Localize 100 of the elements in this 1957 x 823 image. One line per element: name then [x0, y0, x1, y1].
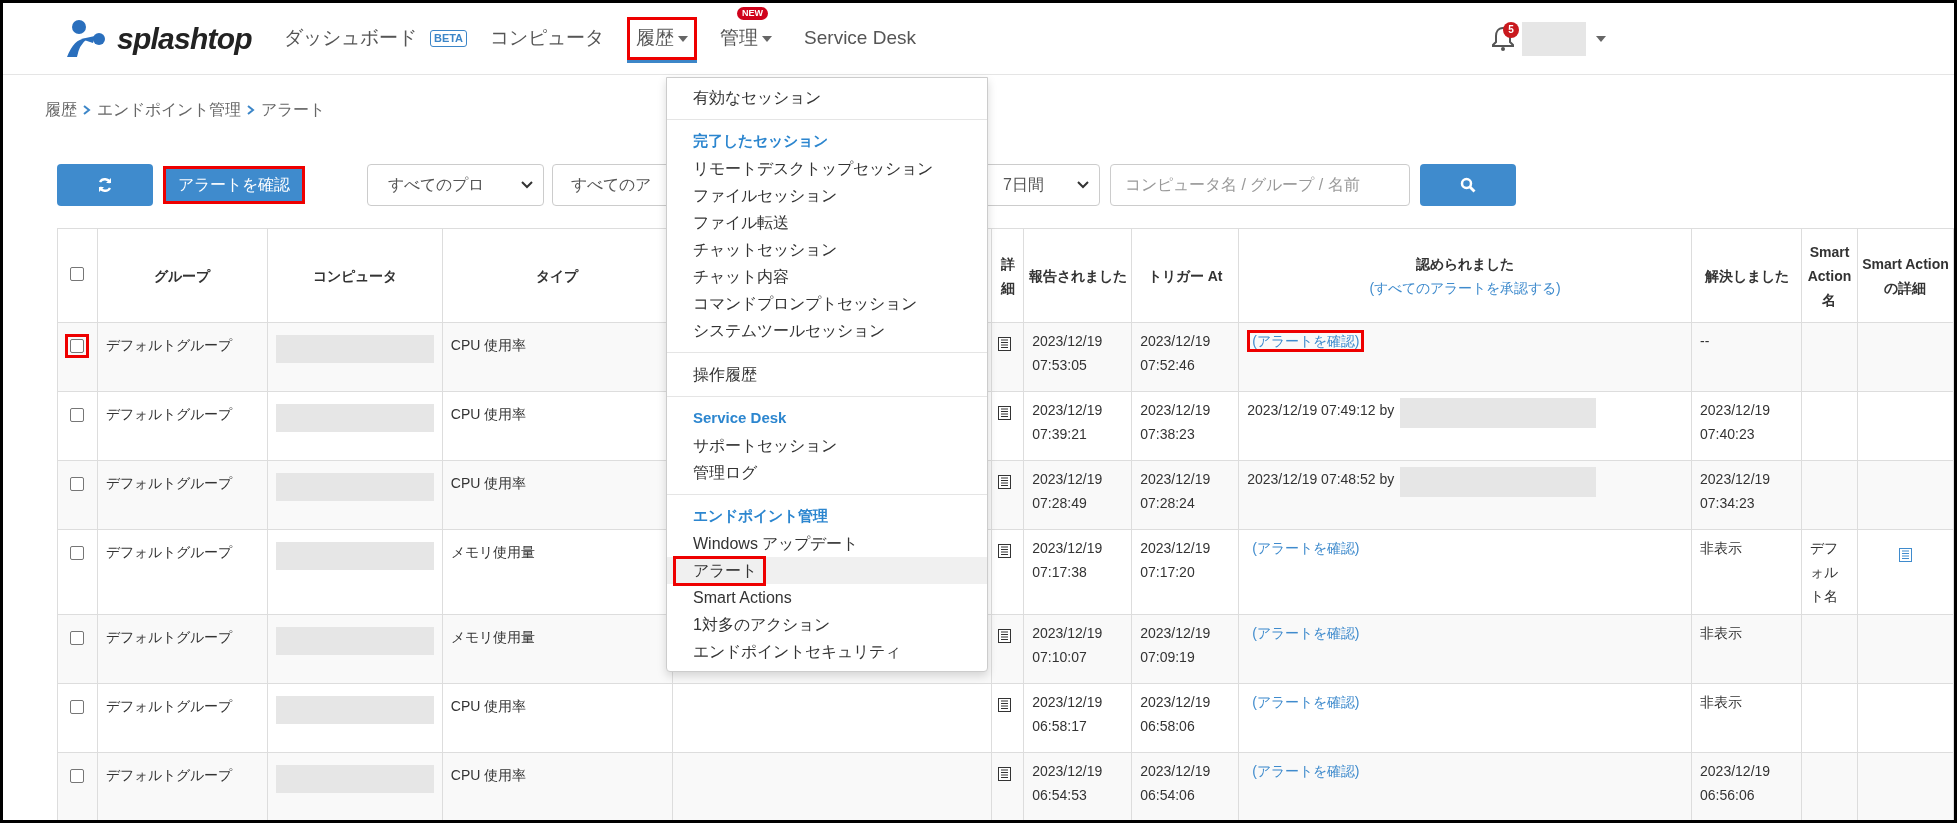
search-field[interactable]: コンピュータ名 / グループ / 名前 — [1110, 164, 1410, 206]
table-cell-text: 2023/12/19 07:48:52 by — [1247, 470, 1395, 489]
checkbox[interactable] — [70, 769, 85, 783]
table-cell: 非表示 — [1700, 625, 1743, 641]
table-cell: 2023/12/19 07:28:24 — [1140, 471, 1211, 511]
document-icon[interactable] — [998, 337, 1012, 351]
filter-dropdown[interactable]: すべてのプロ — [367, 164, 544, 206]
acknowledge-alert-link[interactable]: (アラートを確認) — [1247, 691, 1365, 713]
menu-item[interactable]: 有効なセッション — [673, 82, 830, 113]
nav-link[interactable]: コンピュータ — [481, 17, 614, 60]
column-header: コンピュータ — [311, 266, 398, 286]
acknowledge-alert-link[interactable]: (アラートを確認) — [1247, 622, 1365, 644]
new-badge: NEW — [737, 7, 769, 20]
table-cell: デフォルトグループ — [105, 337, 232, 353]
table-cell: メモリ使用量 — [450, 544, 535, 560]
menu-item[interactable]: アラート — [673, 555, 766, 586]
checkbox[interactable] — [70, 477, 85, 491]
column-header: 認められました — [1415, 254, 1516, 274]
beta-badge: BETA — [429, 30, 468, 47]
chevron-down-icon — [1077, 181, 1089, 189]
breadcrumb-link[interactable]: アラート — [261, 98, 325, 122]
table-cell: -- — [1700, 333, 1710, 349]
refresh-icon — [97, 177, 113, 193]
checkbox[interactable] — [70, 700, 85, 714]
menu-heading: Service Desk — [693, 408, 787, 429]
bell-icon[interactable] — [1492, 25, 1514, 52]
search-icon — [1460, 177, 1476, 193]
table-cell: 2023/12/19 06:58:17 — [1032, 694, 1103, 734]
document-icon[interactable] — [998, 767, 1012, 781]
checkbox[interactable] — [70, 631, 85, 645]
table-cell: デフォルトグループ — [105, 767, 232, 783]
table-cell: CPU 使用率 — [450, 767, 527, 783]
table-cell: CPU 使用率 — [450, 698, 527, 714]
column-header: グループ — [153, 266, 212, 286]
document-icon[interactable] — [998, 475, 1012, 489]
table-cell: メモリ使用量 — [450, 629, 535, 645]
table-cell: 2023/12/19 06:56:06 — [1700, 763, 1771, 803]
checkbox[interactable] — [70, 339, 85, 353]
chevron-down-icon — [521, 181, 533, 189]
column-header: 報告されました — [1028, 266, 1128, 286]
acknowledge-alert-link[interactable]: (アラートを確認) — [1247, 760, 1365, 782]
table-cell: CPU 使用率 — [450, 475, 527, 491]
table-cell: デフォルトグループ — [105, 406, 232, 422]
table-cell: 2023/12/19 07:34:23 — [1700, 471, 1771, 511]
acknowledge-alert-link[interactable]: (アラートを確認) — [1247, 330, 1365, 352]
chevron-right-icon — [247, 105, 255, 115]
table-cell: 2023/12/19 07:28:49 — [1032, 471, 1103, 511]
table-cell: デフォルト名 — [1810, 540, 1838, 604]
table-cell: デフォルトグループ — [105, 629, 232, 645]
column-header: タイプ — [535, 266, 580, 286]
checkbox[interactable] — [70, 266, 85, 281]
column-header: Smart Action 名 — [1806, 242, 1853, 310]
nav-link[interactable]: 履歴 — [627, 17, 698, 60]
table-cell: 2023/12/19 06:58:06 — [1140, 694, 1211, 734]
table-cell: 2023/12/19 07:10:07 — [1032, 625, 1103, 665]
caret-icon — [1596, 36, 1606, 43]
caret-icon — [678, 36, 689, 43]
table-cell: CPU 使用率 — [450, 406, 527, 422]
breadcrumb-link[interactable]: エンドポイント管理 — [97, 98, 241, 122]
menu-heading: エンドポイント管理 — [693, 506, 828, 527]
document-icon[interactable] — [998, 698, 1012, 712]
caret-icon — [762, 36, 773, 43]
menu-item[interactable]: 操作履歴 — [673, 359, 766, 390]
checkbox[interactable] — [70, 546, 85, 560]
document-icon[interactable] — [998, 629, 1012, 643]
table-cell: デフォルトグループ — [105, 475, 232, 491]
table-cell: 2023/12/19 07:40:23 — [1700, 402, 1771, 442]
table-cell: デフォルトグループ — [105, 544, 232, 560]
table-cell: 2023/12/19 07:52:46 — [1140, 333, 1211, 373]
table-cell: 2023/12/19 07:53:05 — [1032, 333, 1103, 373]
breadcrumb-link[interactable]: 履歴 — [45, 98, 77, 122]
notification-count-badge: 5 — [1503, 21, 1519, 38]
acknowledge-alert-link[interactable]: (アラートを確認) — [1247, 537, 1365, 559]
search-button[interactable] — [1420, 164, 1516, 206]
table-cell-text: 2023/12/19 07:49:12 by — [1247, 401, 1395, 420]
logo-text: splashtop — [117, 23, 252, 54]
menu-heading: 完了したセッション — [693, 131, 828, 152]
table-cell: デフォルトグループ — [105, 698, 232, 714]
column-header: Smart Action の詳細 — [1862, 254, 1949, 298]
column-header: トリガー At — [1146, 266, 1224, 286]
document-icon[interactable] — [998, 406, 1012, 420]
document-icon[interactable] — [998, 544, 1012, 558]
refresh-button[interactable] — [57, 164, 153, 206]
table-cell: 非表示 — [1700, 694, 1743, 710]
column-header: 詳細 — [999, 254, 1016, 298]
table-cell: 2023/12/19 07:39:21 — [1032, 402, 1103, 442]
redacted-block — [1522, 21, 1586, 56]
nav-link[interactable]: Service Desk — [795, 17, 925, 60]
table-cell: 2023/12/19 06:54:53 — [1032, 763, 1103, 803]
table-cell: CPU 使用率 — [450, 337, 527, 353]
table-cell: 2023/12/19 06:54:06 — [1140, 763, 1211, 803]
acknowledge-alerts-button[interactable]: アラートを確認 — [163, 166, 305, 204]
column-header: 解決しました — [1703, 266, 1790, 286]
table-cell: 2023/12/19 07:17:38 — [1032, 540, 1103, 580]
checkbox[interactable] — [70, 408, 85, 422]
nav-link[interactable]: 管理 — [711, 17, 782, 60]
table-cell: 非表示 — [1700, 540, 1743, 556]
acknowledge-all-link[interactable]: (すべてのアラートを承認する) — [1369, 279, 1561, 296]
chevron-right-icon — [83, 105, 91, 115]
nav-link[interactable]: ダッシュボード — [274, 17, 426, 60]
